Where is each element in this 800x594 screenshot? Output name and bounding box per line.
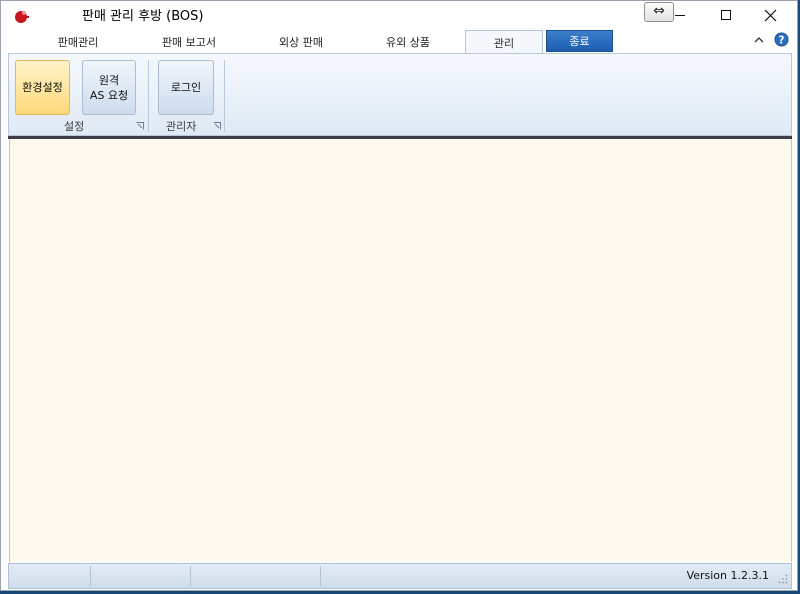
app-window: 판매 관리 후방 (BOS) ⇔ 판매관리 판매 보고서 외상 판매 유외 상품… [0, 0, 798, 591]
group-label-admin: 관리자 [166, 120, 197, 133]
tab-sales-management[interactable]: 판매관리 [25, 31, 131, 53]
status-divider [190, 566, 191, 586]
settings-button-label: 환경설정 [22, 81, 63, 94]
app-logo-icon [15, 11, 29, 23]
status-bar: Version 1.2.3.1 [8, 563, 792, 589]
svg-text:?: ? [779, 34, 785, 46]
login-button[interactable]: 로그인 [158, 60, 214, 115]
title-bar[interactable]: 판매 관리 후방 (BOS) ⇔ [1, 1, 797, 29]
maximize-icon [720, 10, 731, 20]
tab-admin[interactable]: 관리 [465, 30, 543, 54]
ribbon-tab-bar: 판매관리 판매 보고서 외상 판매 유외 상품 관리 종료 ? [8, 29, 792, 54]
login-button-label: 로그인 [170, 81, 202, 94]
group-separator [148, 60, 149, 132]
tab-products[interactable]: 유외 상품 [355, 31, 461, 53]
group-launcher-icon[interactable] [136, 122, 144, 130]
remote-as-label-line2: AS 요청 [89, 88, 129, 102]
tab-sales-report[interactable]: 판매 보고서 [136, 31, 242, 53]
minimize-button[interactable] [657, 1, 702, 29]
tab-exit[interactable]: 종료 [546, 30, 613, 52]
group-separator [224, 60, 225, 132]
ribbon-panel: 환경설정 원격 AS 요청 설정 로그인 관리자 [8, 53, 792, 136]
remote-as-label-line1: 원격 [98, 73, 120, 87]
tab-credit-sales[interactable]: 외상 판매 [248, 31, 354, 53]
status-divider [90, 566, 91, 586]
collapse-ribbon-icon[interactable] [753, 34, 765, 46]
help-icon[interactable]: ? [774, 32, 789, 47]
main-workspace [9, 139, 792, 562]
remote-as-request-button[interactable]: 원격 AS 요청 [82, 60, 136, 115]
status-divider [320, 566, 321, 586]
version-label: Version 1.2.3.1 [686, 569, 769, 582]
minimize-icon [674, 15, 685, 16]
window-title: 판매 관리 후방 (BOS) [82, 9, 204, 24]
settings-button[interactable]: 환경설정 [15, 60, 70, 115]
group-label-settings: 설정 [64, 120, 85, 133]
group-launcher-icon[interactable] [213, 122, 221, 130]
close-button[interactable] [748, 1, 793, 29]
maximize-button[interactable] [703, 1, 748, 29]
close-icon [764, 9, 777, 21]
resize-grip-icon[interactable] [778, 574, 788, 584]
